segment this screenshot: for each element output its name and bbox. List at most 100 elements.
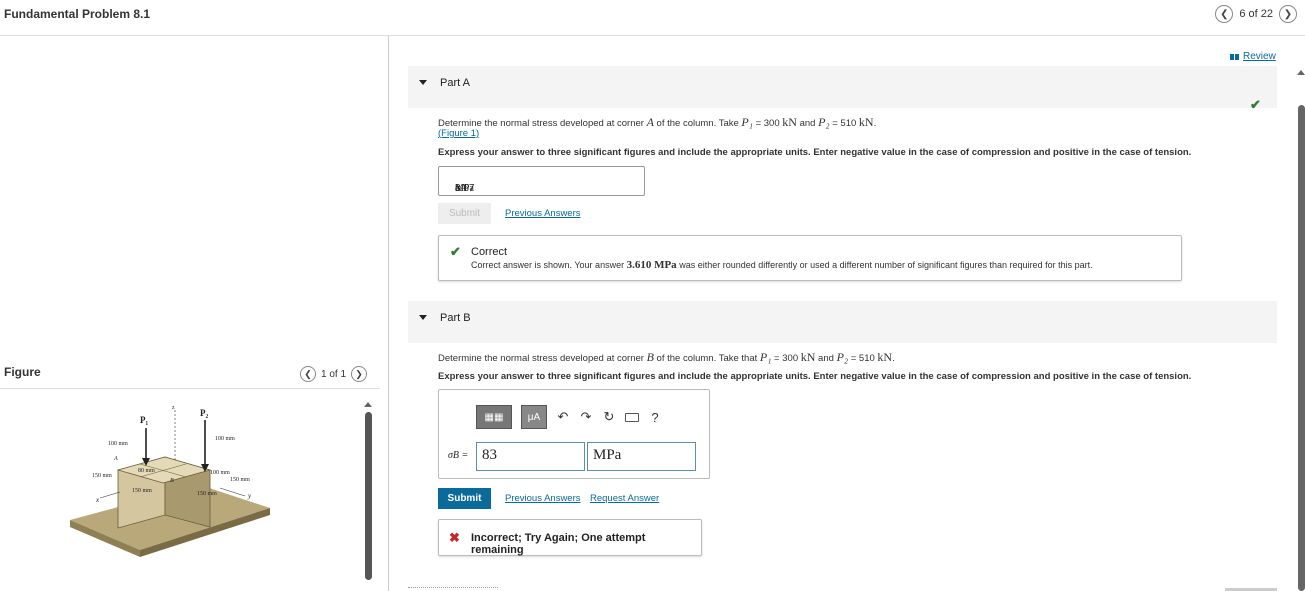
dim-150-bottom: 150 mm — [197, 491, 217, 497]
question-text: and — [815, 353, 837, 364]
label-x: x — [95, 496, 100, 504]
answer-editor: ▦▦ μA ↶ ↷ ↻ ? σB = 83 MPa — [438, 389, 710, 479]
feedback-value: 3.610 MPa — [626, 259, 677, 271]
x-axis — [99, 491, 121, 499]
p1-unit: kN — [782, 115, 797, 129]
keyboard-icon[interactable] — [625, 412, 639, 422]
feedback-text: Correct answer is shown. Your answer — [471, 260, 627, 270]
dim-100-right: 100 mm — [215, 436, 235, 442]
feedback-text: was either rounded differently or used a… — [676, 260, 1093, 270]
templates-icon[interactable]: ▦▦ — [476, 405, 512, 429]
figure-page-indicator: 1 of 1 — [321, 368, 347, 380]
feedback-title: Correct — [471, 246, 508, 258]
question-text: . — [892, 353, 895, 364]
question-text: of the column. Take — [653, 118, 742, 129]
collapse-triangle-icon[interactable] — [419, 315, 427, 320]
part-a-feedback: ✔ Correct Correct answer is shown. Your … — [438, 235, 1182, 281]
part-b-feedback: ✖ Incorrect; Try Again; One attempt rema… — [438, 519, 702, 556]
part-a-question: Determine the normal stress developed at… — [438, 115, 876, 130]
p2-unit: kN — [858, 115, 874, 129]
label-corner-b: B — [170, 478, 174, 484]
value-input[interactable]: 83 — [476, 442, 585, 471]
review-icon — [1230, 53, 1239, 60]
page-title: Fundamental Problem 8.1 — [4, 7, 151, 21]
label-z: z — [172, 405, 175, 411]
scroll-up-icon[interactable] — [1297, 70, 1305, 75]
checkmark-icon: ✔ — [1250, 97, 1261, 112]
main-scrollbar[interactable] — [1297, 70, 1305, 591]
dim-150-front: 150 mm — [132, 488, 152, 494]
feedback-title: Incorrect; Try Again; One attempt remain… — [471, 532, 646, 556]
dim-150-left: 150 mm — [92, 473, 112, 479]
label-corner-a: A — [113, 456, 118, 462]
figure-divider — [0, 388, 380, 389]
panel-divider[interactable] — [388, 36, 389, 591]
question-text: . — [873, 118, 877, 129]
answer-unit: MPa — [455, 183, 474, 194]
question-text: and — [796, 118, 819, 129]
part-b-question: Determine the normal stress developed at… — [438, 350, 895, 365]
part-b-header[interactable]: Part B — [408, 301, 1277, 343]
collapse-triangle-icon[interactable] — [419, 80, 427, 85]
review-link[interactable]: Review — [1230, 51, 1276, 62]
p2-value: = 510 — [829, 118, 859, 129]
part-a-instruction: Express your answer to three significant… — [438, 147, 1192, 158]
part-a-header[interactable]: Part A — [408, 66, 1277, 108]
dim-100-left: 100 mm — [108, 441, 128, 447]
part-a-title: Part A — [440, 77, 470, 89]
check-icon: ✔ — [450, 244, 461, 259]
chevron-left-icon[interactable]: ❮ — [1215, 5, 1234, 23]
p2-symbol: P₂ — [818, 115, 830, 129]
scrollbar-thumb[interactable] — [1298, 105, 1305, 591]
part-b-submit-button[interactable]: Submit — [438, 488, 491, 509]
dim-150-right: 150 mm — [230, 477, 250, 483]
close-icon: ✖ — [449, 530, 460, 545]
reset-icon[interactable]: ↻ — [602, 409, 616, 425]
figure-link[interactable]: (Figure 1) — [438, 128, 479, 139]
part-b-title: Part B — [440, 312, 471, 324]
help-icon[interactable]: ? — [648, 410, 662, 425]
column-figure[interactable]: P₁ P₂ z x y A B 100 mm 100 mm 100 mm 150… — [60, 400, 340, 585]
figure-label: Figure — [4, 365, 41, 379]
page-indicator: 6 of 22 — [1239, 8, 1273, 20]
top-bar: Fundamental Problem 8.1 ❮ 6 of 22 ❯ — [0, 0, 1305, 36]
figure-scrollbar[interactable] — [364, 402, 372, 580]
undo-icon[interactable]: ↶ — [556, 409, 570, 425]
part-a-previous-answers-link[interactable]: Previous Answers — [505, 208, 581, 219]
p2-symbol: P₂ — [836, 350, 849, 364]
part-b-previous-answers-link[interactable]: Previous Answers — [505, 493, 581, 504]
scroll-up-icon[interactable] — [364, 402, 372, 407]
figure-pager: ❮ 1 of 1 ❯ — [300, 366, 368, 382]
part-a-submit-button[interactable]: Submit — [438, 203, 491, 224]
p1-symbol: P₁ — [759, 350, 772, 364]
scrollbar-thumb[interactable] — [365, 412, 372, 580]
label-y: y — [247, 492, 252, 500]
p2-value: = 510 — [848, 353, 878, 364]
editor-toolbar: ▦▦ μA ↶ ↷ ↻ ? — [476, 405, 662, 429]
sigma-b-symbol: σB = — [448, 450, 469, 461]
problem-pager: ❮ 6 of 22 ❯ — [1215, 5, 1297, 23]
p2-unit: kN — [877, 350, 893, 364]
p1-unit: kN — [800, 350, 816, 364]
sigma-b-label: σB = — [448, 450, 468, 461]
unit-input[interactable]: MPa — [587, 442, 696, 471]
provide-feedback-link[interactable] — [408, 587, 498, 591]
chevron-right-icon[interactable]: ❯ — [1279, 5, 1297, 23]
part-b-instruction: Express your answer to three significant… — [438, 371, 1192, 382]
chevron-left-icon[interactable]: ❮ — [300, 366, 316, 382]
feedback-detail: Correct answer is shown. Your answer 3.6… — [471, 259, 1093, 271]
label-p1: P₁ — [140, 415, 148, 425]
review-label: Review — [1243, 51, 1276, 62]
label-p2: P₂ — [200, 408, 208, 418]
chevron-right-icon[interactable]: ❯ — [351, 366, 368, 382]
units-button[interactable]: μA — [521, 405, 547, 429]
request-answer-link[interactable]: Request Answer — [590, 493, 659, 504]
question-text: of the column. Take that — [653, 353, 760, 364]
dim-80: 80 mm — [138, 468, 155, 474]
p1-value: = 300 — [752, 118, 783, 129]
dim-100-mid: 100 mm — [210, 470, 230, 476]
redo-icon[interactable]: ↷ — [579, 409, 593, 425]
question-text: Determine the normal stress developed at… — [438, 353, 647, 364]
p1-value: = 300 — [771, 353, 801, 364]
corner-label: B — [646, 350, 654, 364]
